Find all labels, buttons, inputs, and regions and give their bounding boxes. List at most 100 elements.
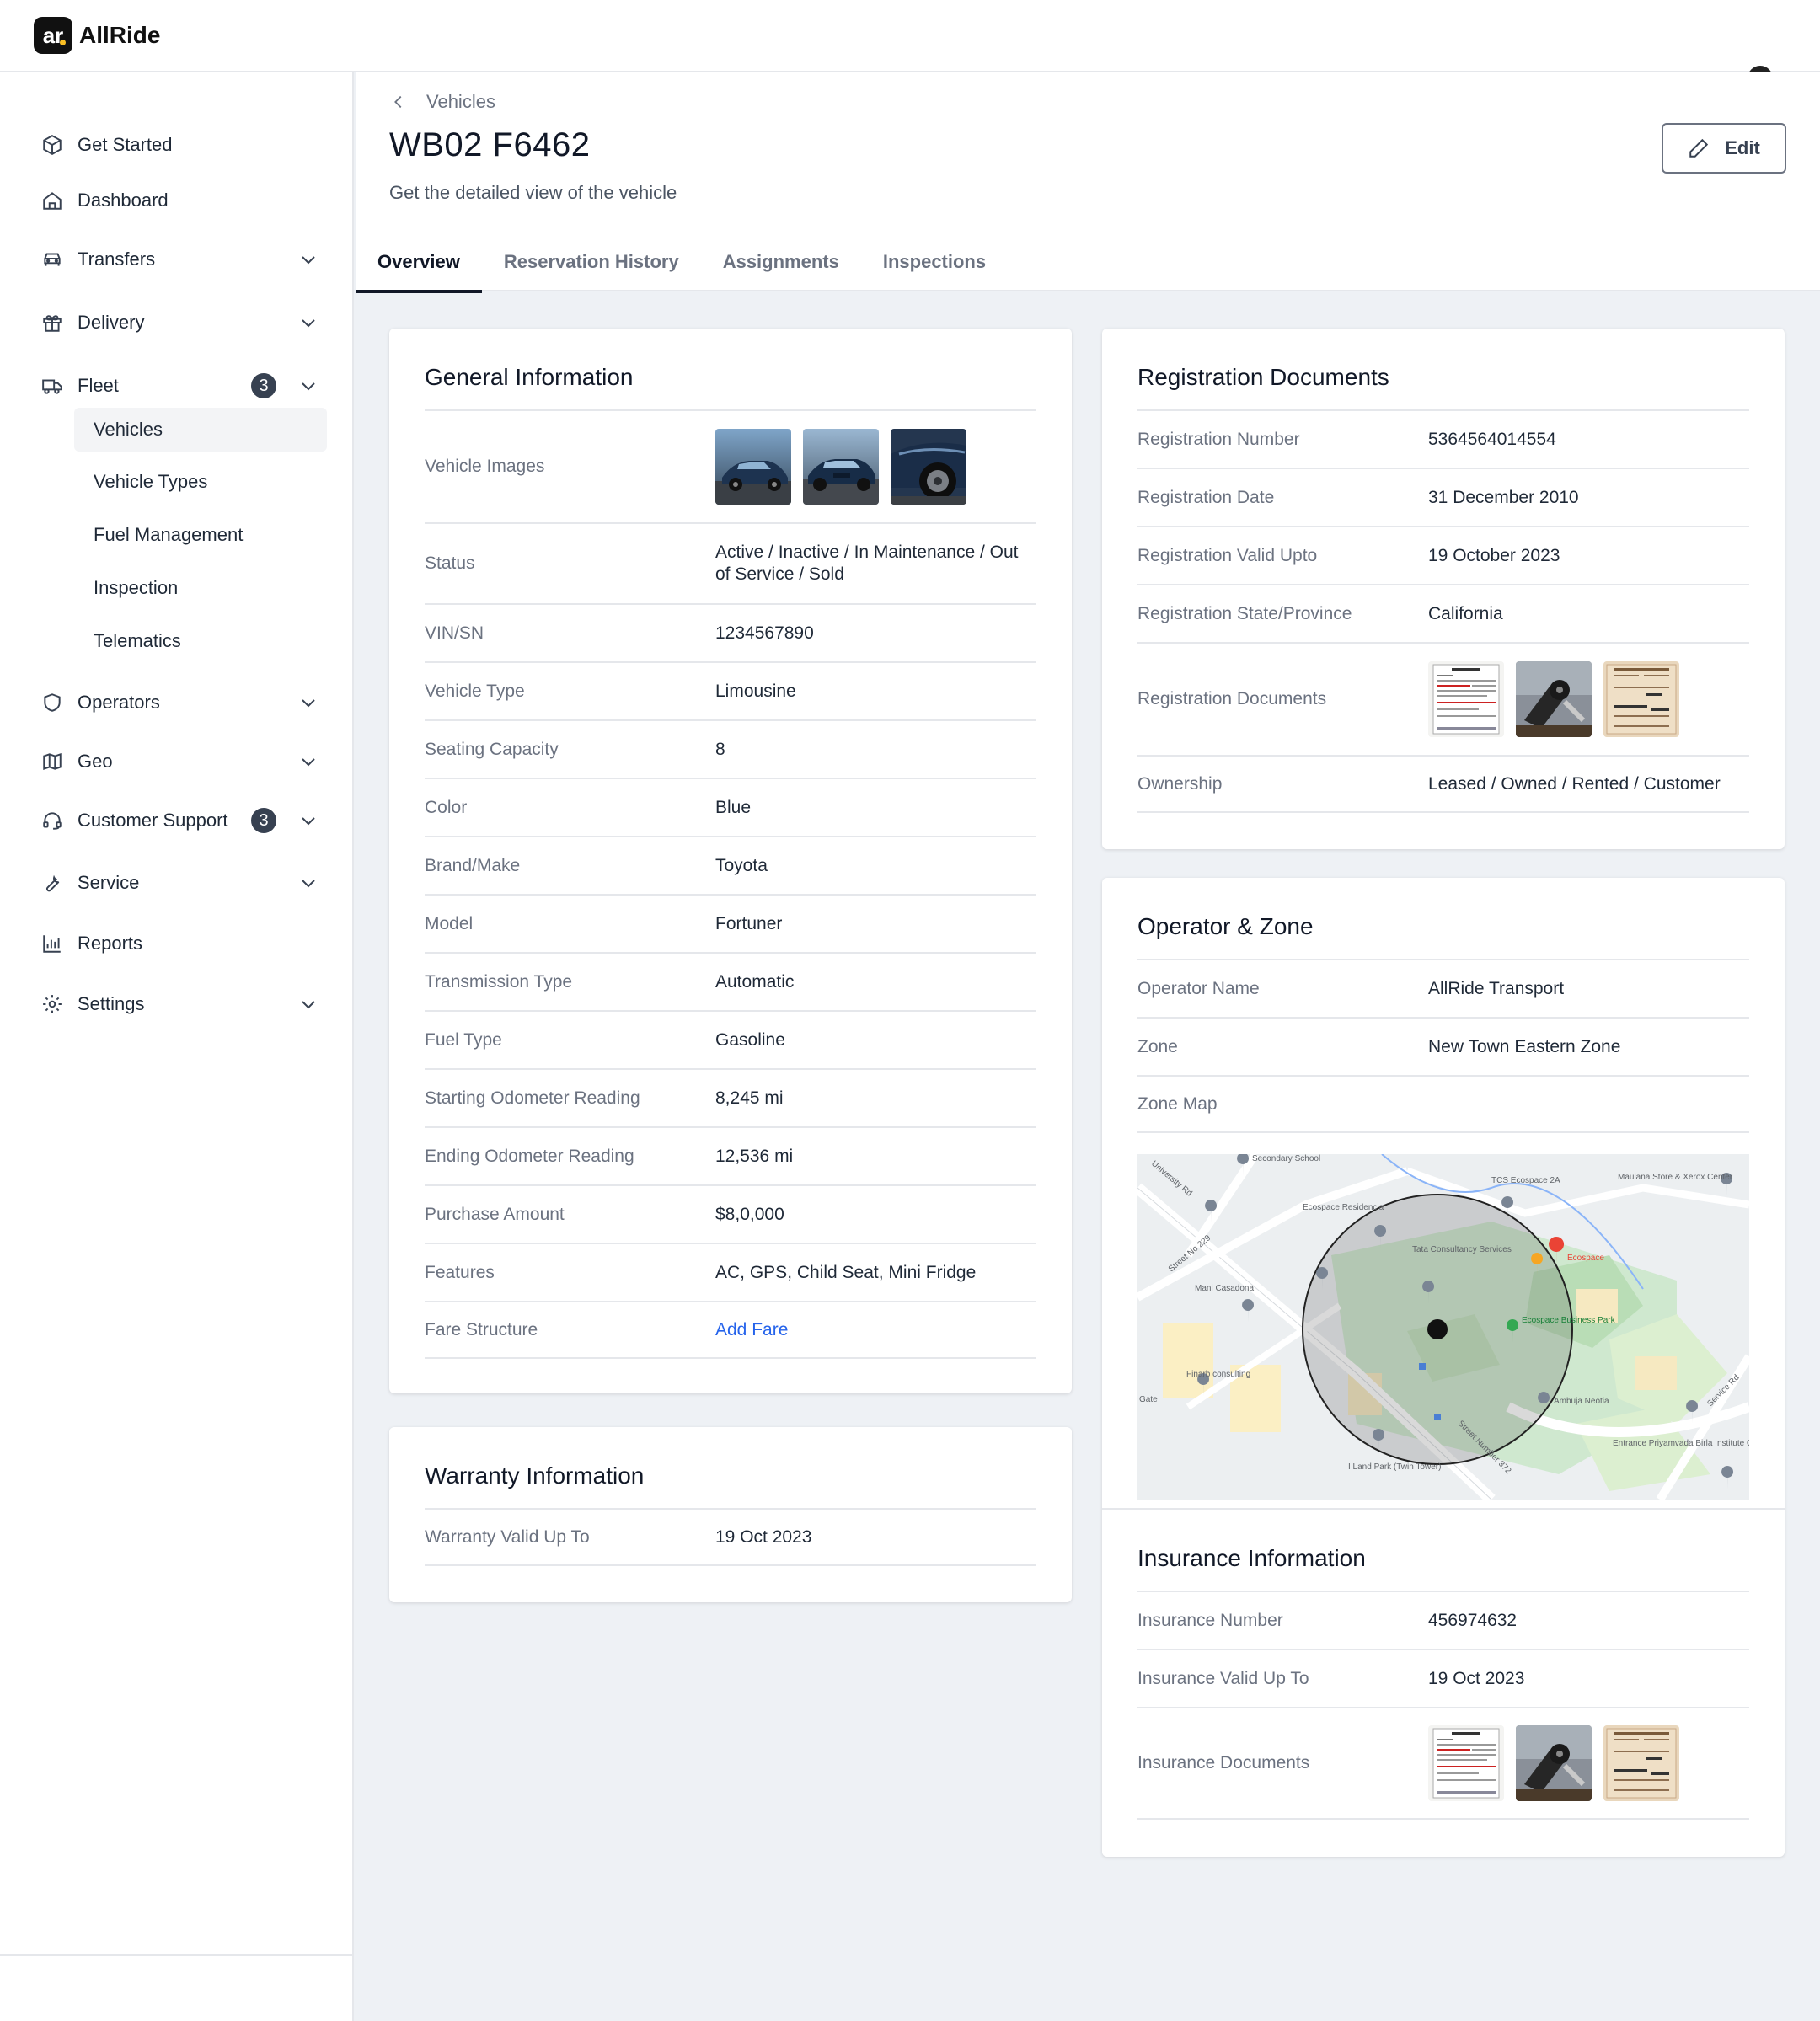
document-thumbnail[interactable]	[1516, 1725, 1592, 1801]
row-label: Model	[425, 913, 474, 933]
sidebar-item-service[interactable]: Service	[40, 863, 318, 903]
row-value: Toyota	[715, 855, 768, 875]
tab-reservation-history[interactable]: Reservation History	[482, 233, 701, 291]
sidebar-item-label: Delivery	[78, 312, 145, 333]
info-row-purchase-amount: Purchase Amount $8,0,000	[425, 1184, 1036, 1243]
document-thumbnail[interactable]	[1428, 1725, 1504, 1801]
logo-mark-icon: ar	[34, 17, 72, 54]
zone-map[interactable]: Secondary School TCS Ecospace 2A Maulana…	[1138, 1154, 1749, 1500]
chevron-down-icon[interactable]	[298, 873, 318, 893]
breadcrumb-link[interactable]: Vehicles	[426, 91, 495, 113]
map-label-secondary-school: Secondary School	[1252, 1154, 1320, 1163]
breadcrumb[interactable]: Vehicles	[389, 91, 495, 113]
row-value: 19 October 2023	[1428, 545, 1560, 565]
info-row-insurance-documents: Insurance Documents	[1138, 1707, 1749, 1820]
row-label: Ending Odometer Reading	[425, 1146, 634, 1166]
bar-chart-icon	[40, 932, 64, 955]
chevron-down-icon[interactable]	[298, 751, 318, 772]
cube-icon	[40, 133, 64, 157]
sidebar-item-transfers[interactable]: Transfers	[40, 239, 318, 280]
row-value: 8	[715, 739, 725, 759]
sidebar-item-label: Get Started	[78, 134, 173, 155]
row-label: Zone Map	[1138, 1093, 1218, 1114]
row-label: Starting Odometer Reading	[425, 1088, 640, 1108]
sidebar-item-fleet[interactable]: Fleet 3	[40, 366, 318, 406]
chevron-down-icon[interactable]	[298, 810, 318, 831]
sidebar-item-operators[interactable]: Operators	[40, 682, 318, 723]
sidebar-item-label: Service	[78, 872, 140, 893]
info-row-insurance-valid: Insurance Valid Up To 19 Oct 2023	[1138, 1649, 1749, 1707]
sidebar-item-dashboard[interactable]: Dashboard	[40, 180, 318, 221]
info-row-fare-structure: Fare Structure Add Fare	[425, 1301, 1036, 1359]
row-value: Active / Inactive / In Maintenance / Out…	[715, 543, 1019, 584]
row-label: Brand/Make	[425, 855, 521, 875]
page-subtitle: Get the detailed view of the vehicle	[389, 182, 677, 203]
row-label: Fuel Type	[425, 1029, 502, 1050]
vehicle-image-thumbnail[interactable]	[715, 429, 791, 505]
app-logo[interactable]: ar AllRide	[34, 17, 160, 54]
tab-inspections[interactable]: Inspections	[861, 233, 1008, 291]
sidebar-subitem-inspection[interactable]: Inspection	[74, 566, 327, 610]
row-value: 8,245 mi	[715, 1088, 784, 1108]
sidebar-item-label: Operators	[78, 692, 160, 713]
gift-icon	[40, 311, 64, 334]
row-label: Features	[425, 1262, 495, 1282]
info-row-ending-odometer: Ending Odometer Reading 12,536 mi	[425, 1126, 1036, 1184]
app-name: AllRide	[79, 22, 161, 48]
info-row-fuel-type: Fuel Type Gasoline	[425, 1010, 1036, 1068]
chevron-down-icon[interactable]	[298, 313, 318, 333]
row-value: California	[1428, 603, 1503, 623]
sidebar-item-settings[interactable]: Settings	[40, 984, 318, 1024]
map-label-mani: Mani Casadona	[1195, 1284, 1254, 1293]
vehicle-image-thumbnail[interactable]	[891, 429, 966, 505]
chevron-down-icon[interactable]	[298, 994, 318, 1014]
vehicle-image-thumbnail[interactable]	[803, 429, 879, 505]
chevron-down-icon[interactable]	[298, 249, 318, 270]
sidebar-item-delivery[interactable]: Delivery	[40, 302, 318, 343]
sidebar-item-label: Customer Support	[78, 810, 228, 831]
sidebar-item-customer-support[interactable]: Customer Support 3	[40, 800, 318, 841]
count-badge: 3	[251, 808, 276, 833]
tab-assignments[interactable]: Assignments	[701, 233, 861, 291]
row-value: Automatic	[715, 971, 795, 992]
info-row-vin: VIN/SN 1234567890	[425, 603, 1036, 661]
info-row-registration-valid: Registration Valid Upto 19 October 2023	[1138, 526, 1749, 584]
operator-zone-card: Operator & Zone Operator Name AllRide Tr…	[1102, 878, 1785, 1857]
chevron-left-icon[interactable]	[389, 93, 408, 111]
sidebar-subitem-vehicle-types[interactable]: Vehicle Types	[74, 460, 327, 504]
document-thumbnail[interactable]	[1603, 661, 1679, 737]
sidebar-item-get-started[interactable]: Get Started	[40, 125, 318, 165]
sidebar-subitem-telematics[interactable]: Telematics	[74, 619, 327, 663]
row-value: AllRide Transport	[1428, 978, 1565, 998]
info-row-zone: Zone New Town Eastern Zone	[1138, 1017, 1749, 1075]
row-label: Warranty Valid Up To	[425, 1526, 590, 1547]
info-row-insurance-number: Insurance Number 456974632	[1138, 1591, 1749, 1649]
document-thumbnail[interactable]	[1603, 1725, 1679, 1801]
sidebar-item-geo[interactable]: Geo	[40, 741, 318, 782]
info-row-color: Color Blue	[425, 778, 1036, 836]
card-divider	[1102, 1508, 1785, 1510]
info-row-starting-odometer: Starting Odometer Reading 8,245 mi	[425, 1068, 1036, 1126]
edit-button[interactable]: Edit	[1662, 123, 1786, 174]
row-label: Registration Date	[1138, 487, 1275, 507]
row-label: Insurance Valid Up To	[1138, 1668, 1309, 1688]
chevron-down-icon[interactable]	[298, 376, 318, 396]
count-badge: 3	[251, 373, 276, 398]
sidebar-item-label: Reports	[78, 933, 143, 954]
document-thumbnail[interactable]	[1516, 661, 1592, 737]
sidebar-item-label: Transfers	[78, 249, 156, 270]
tab-overview[interactable]: Overview	[356, 233, 482, 293]
map-label-tata: Tata Consultancy Services	[1412, 1245, 1512, 1254]
row-label: Color	[425, 797, 468, 817]
document-thumbnail[interactable]	[1428, 661, 1504, 737]
sidebar-subitem-fuel-management[interactable]: Fuel Management	[74, 513, 327, 557]
row-label: Insurance Number	[1138, 1610, 1283, 1630]
row-label: Transmission Type	[425, 971, 573, 992]
sidebar-subitem-vehicles[interactable]: Vehicles	[74, 408, 327, 452]
shield-icon	[40, 691, 64, 714]
row-label: Fare Structure	[425, 1319, 538, 1339]
add-fare-link[interactable]: Add Fare	[715, 1319, 788, 1341]
sidebar-item-reports[interactable]: Reports	[40, 923, 318, 964]
row-value: 1234567890	[715, 623, 814, 643]
chevron-down-icon[interactable]	[298, 692, 318, 713]
